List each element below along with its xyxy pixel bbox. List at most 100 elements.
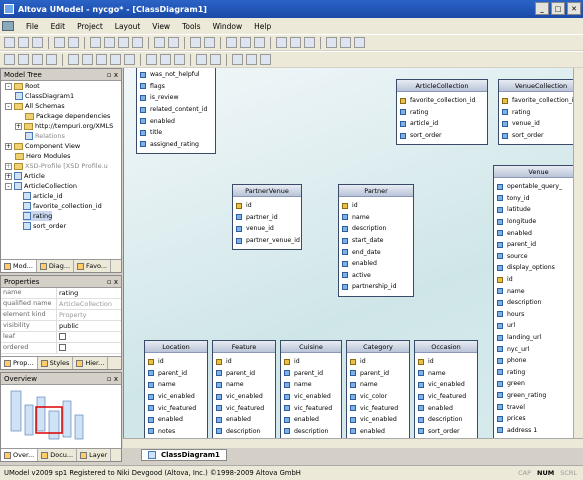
class-attribute[interactable]: enabled [281,414,341,426]
class-attribute[interactable]: related_content_id [137,104,215,116]
minimize-button[interactable]: _ [535,2,549,15]
vertical-scrollbar[interactable] [573,68,583,438]
class-attribute[interactable]: id [281,356,341,368]
align-icon[interactable] [340,37,351,48]
class-box-articlecollection[interactable]: ArticleCollection favorite_collection_id r… [396,79,488,146]
tree-item[interactable]: + Component View [5,141,80,151]
class-attribute[interactable]: enabled [415,402,477,414]
class-attribute[interactable]: favorite_collection_id [397,95,487,107]
class-attribute[interactable]: parent_id [145,368,207,380]
ordered-checkbox[interactable] [59,343,66,351]
pointer-icon[interactable] [4,54,15,65]
class-attribute[interactable]: partner_id [233,212,301,224]
tree-item[interactable]: Relations [25,131,65,141]
class-attribute[interactable]: name [281,379,341,391]
class-name[interactable]: Partner [339,185,413,197]
class-attribute[interactable]: vic_enabled [213,391,275,403]
class-attribute[interactable]: vic_featured [213,402,275,414]
class-attribute[interactable]: active [339,270,413,282]
property-row[interactable]: qualified name ArticleCollection [1,299,121,310]
class-attribute[interactable]: vic_featured [347,402,409,414]
class-attribute[interactable]: nyc_url [494,343,583,355]
property-row[interactable]: element kind Property [1,310,121,321]
class-attribute[interactable]: id [233,200,301,212]
class-attribute[interactable]: rating [494,367,583,379]
class-name[interactable]: Cuisine [281,341,341,353]
class-attribute[interactable]: vic_enabled [281,391,341,403]
class-attribute[interactable]: description [281,426,341,438]
class-attribute[interactable]: travel [494,401,583,413]
class-attribute[interactable]: favorite_collection_id [499,95,583,107]
open-icon[interactable] [18,37,29,48]
cut-icon[interactable] [90,37,101,48]
print-icon[interactable] [190,37,201,48]
class-attribute[interactable]: title [137,127,215,139]
class-name[interactable]: VenueCollection [499,80,583,92]
class-attribute[interactable]: name [145,379,207,391]
class-attribute[interactable]: vic_enabled [145,391,207,403]
reverse-engineer-icon[interactable] [290,37,301,48]
find-icon[interactable] [154,37,165,48]
class-box-feature[interactable]: Feature id parent_id name vic_enabled vic_fea… [212,340,276,442]
package-tool-icon[interactable] [96,54,107,65]
menu-edit[interactable]: Edit [45,22,72,31]
class-attribute[interactable]: vic_enabled [347,414,409,426]
class-attribute[interactable]: id [213,356,275,368]
realization-icon[interactable] [174,54,185,65]
class-attribute[interactable]: id [339,200,413,212]
tree-item[interactable]: - ArticleCollection [5,181,77,191]
association-icon[interactable] [18,54,29,65]
class-attribute[interactable]: display_options [494,262,583,274]
class-attribute[interactable]: opentable_query_ [494,181,583,193]
save-icon[interactable] [32,37,43,48]
class-attribute[interactable]: article_id [397,118,487,130]
class-attribute[interactable]: rating [397,107,487,119]
class-attribute[interactable]: parent_id [494,239,583,251]
property-row[interactable]: leaf [1,332,121,343]
class-attribute[interactable]: vic_featured [281,402,341,414]
tab-documentation[interactable]: Docu... [38,449,78,461]
class-box-category[interactable]: Category id parent_id name vic_color vic_feat… [346,340,410,442]
class-attribute[interactable]: partnership_id [339,281,413,293]
class-attribute[interactable]: enabled [137,115,215,127]
menu-help[interactable]: Help [248,22,277,31]
property-row[interactable]: ordered [1,343,121,354]
redo-icon[interactable] [68,37,79,48]
paste-icon[interactable] [118,37,129,48]
class-attribute[interactable]: parent_id [281,368,341,380]
class-box-partnervenue[interactable]: PartnerVenue id partner_id venue_id partner_… [232,184,302,251]
class-name[interactable]: Feature [213,341,275,353]
class-attribute[interactable]: description [415,414,477,426]
copy-icon[interactable] [104,37,115,48]
composition-icon[interactable] [46,54,57,65]
class-name[interactable]: PartnerVenue [233,185,301,197]
hyperlink-icon[interactable] [260,54,271,65]
tree-item[interactable]: Package dependencies [25,111,110,121]
sync-icon[interactable] [304,37,315,48]
box-icon[interactable] [232,54,243,65]
class-name[interactable]: Location [145,341,207,353]
document-icon[interactable] [2,21,14,31]
class-attribute[interactable]: tony_id [494,193,583,205]
print-preview-icon[interactable] [204,37,215,48]
tree-item[interactable]: article_id [23,191,63,201]
menu-layout[interactable]: Layout [109,22,147,31]
replace-icon[interactable] [168,37,179,48]
class-attribute[interactable]: green [494,378,583,390]
class-attribute[interactable]: notes [145,426,207,438]
line-icon[interactable] [246,54,257,65]
class-name[interactable]: Category [347,341,409,353]
class-attribute[interactable]: id [415,356,477,368]
dependency-icon[interactable] [160,54,171,65]
tree-item-selected[interactable]: rating [23,211,53,221]
class-name[interactable]: Venue [494,166,583,178]
enumeration-tool-icon[interactable] [110,54,121,65]
class-attribute[interactable]: sort_order [415,426,477,438]
zoom-icon[interactable] [226,37,237,48]
class-attribute[interactable]: url [494,320,583,332]
class-attribute[interactable]: venue_id [233,223,301,235]
class-box-occasion[interactable]: Occasion id name vic_enabled vic_featured ena… [414,340,478,442]
tab-favorites[interactable]: Favo... [74,260,112,272]
class-attribute[interactable]: sort_order [499,130,583,142]
horizontal-scrollbar[interactable] [123,438,583,448]
